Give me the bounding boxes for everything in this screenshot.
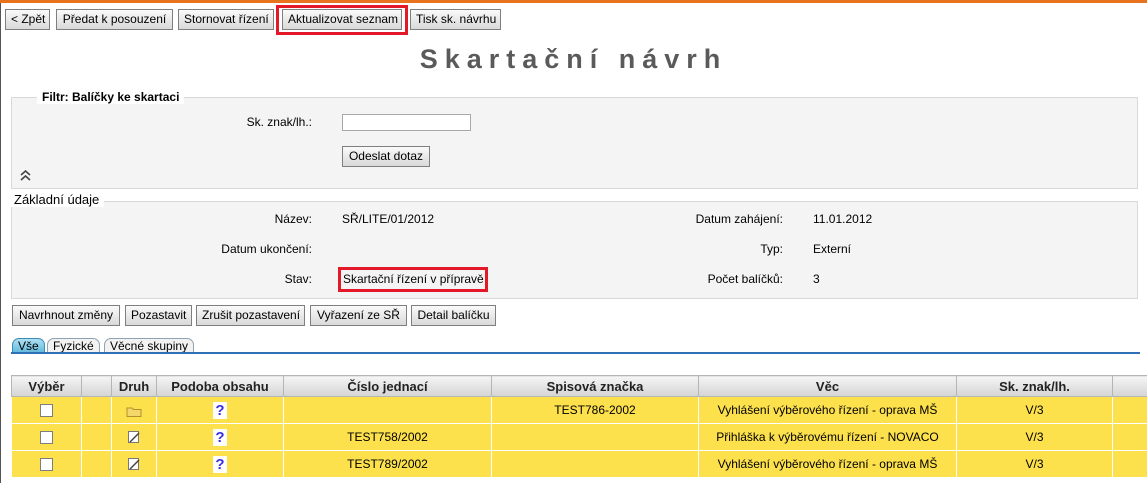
subject-cell: Přihláška k výběrovému řízení - NOVACO <box>698 423 957 451</box>
code-cell: V/3 <box>956 396 1113 424</box>
left-border <box>0 3 1 483</box>
top-accent-line <box>0 0 1147 3</box>
send-query-button[interactable]: Odeslat dotaz <box>342 146 430 167</box>
document-icon <box>128 431 140 444</box>
exclude-button[interactable]: Vyřazení ze SŘ <box>310 305 407 326</box>
row-select-checkbox[interactable] <box>40 431 53 445</box>
file-mark-cell <box>491 423 699 451</box>
ref-number-cell <box>283 396 492 424</box>
col-content-form[interactable]: Podoba obsahu <box>156 375 284 397</box>
collapse-icon[interactable] <box>20 170 31 181</box>
tab-physical[interactable]: Fyzické <box>47 338 100 353</box>
filter-field-label: Sk. znak/lh.: <box>246 115 312 129</box>
start-date-label: Datum zahájení: <box>695 212 783 226</box>
tab-subject-groups[interactable]: Věcné skupiny <box>104 338 195 353</box>
package-count-label: Počet balíčků: <box>707 272 783 286</box>
basic-info-legend: Základní údaje <box>9 192 105 207</box>
filter-legend: Filtr: Balíčky ke skartaci <box>37 90 185 104</box>
col-kind[interactable]: Druh <box>111 375 157 397</box>
refresh-highlight-box <box>276 5 408 35</box>
tab-all[interactable]: Vše <box>12 338 45 353</box>
row-select-checkbox[interactable] <box>40 404 53 418</box>
col-select[interactable]: Výběr <box>11 375 82 397</box>
suspend-button[interactable]: Pozastavit <box>125 305 192 326</box>
package-detail-button[interactable]: Detail balíčku <box>411 305 496 326</box>
state-label: Stav: <box>284 272 312 286</box>
name-label: Název: <box>274 212 312 226</box>
folder-icon <box>126 407 142 417</box>
table-row[interactable]: ? TEST789/2002 Vyhlášení výběrového říze… <box>11 450 1147 478</box>
ref-number-cell: TEST789/2002 <box>283 450 492 478</box>
col-ref-number[interactable]: Číslo jednací <box>283 375 492 397</box>
ref-number-cell: TEST758/2002 <box>283 423 492 451</box>
print-proposal-button[interactable]: Tisk sk. návrhu <box>410 9 501 30</box>
col-file-mark[interactable]: Spisová značka <box>491 375 699 397</box>
row-select-checkbox[interactable] <box>40 458 53 472</box>
cancel-suspend-button[interactable]: Zrušit pozastavení <box>196 305 305 326</box>
type-value: Externí <box>813 242 852 256</box>
col-spacer <box>81 375 112 397</box>
subject-cell: Vyhlášení výběrového řízení - oprava MŠ <box>698 396 957 424</box>
code-cell: V/3 <box>956 423 1113 451</box>
filter-code-input[interactable] <box>342 114 471 131</box>
name-value: SŘ/LITE/01/2012 <box>342 212 435 226</box>
table-row[interactable]: ? TEST786-2002 Vyhlášení výběrového říze… <box>11 396 1147 424</box>
file-mark-cell: TEST786-2002 <box>491 396 699 424</box>
package-count-value: 3 <box>813 272 820 286</box>
content-unknown-icon: ? <box>213 428 227 446</box>
subject-cell: Vyhlášení výběrového řízení - oprava MŠ <box>698 450 957 478</box>
propose-changes-button[interactable]: Navrhnout změny <box>12 305 120 326</box>
end-date-label: Datum ukončení: <box>221 242 312 256</box>
page-title: Skartační návrh <box>419 44 728 74</box>
table-row[interactable]: ? TEST758/2002 Přihláška k výběrovému ří… <box>11 423 1147 451</box>
state-highlight-box <box>338 267 488 292</box>
packages-table: Výběr Druh Podoba obsahu Číslo jednací S… <box>11 375 1147 478</box>
col-extra <box>1112 375 1147 397</box>
tab-underline <box>11 352 1140 354</box>
content-unknown-icon: ? <box>213 401 227 419</box>
start-date-value: 11.01.2012 <box>813 212 873 226</box>
document-icon <box>128 458 140 471</box>
file-mark-cell <box>491 450 699 478</box>
filter-panel <box>11 97 1138 189</box>
table-header: Výběr Druh Podoba obsahu Číslo jednací S… <box>11 375 1147 397</box>
col-subject[interactable]: Věc <box>698 375 957 397</box>
back-button[interactable]: < Zpět <box>5 9 50 30</box>
content-unknown-icon: ? <box>213 455 227 473</box>
type-label: Typ: <box>760 242 783 256</box>
col-code[interactable]: Sk. znak/lh. <box>956 375 1113 397</box>
cancel-procedure-button[interactable]: Stornovat řízení <box>178 9 274 30</box>
code-cell: V/3 <box>956 450 1113 478</box>
submit-review-button[interactable]: Předat k posouzení <box>56 9 173 30</box>
